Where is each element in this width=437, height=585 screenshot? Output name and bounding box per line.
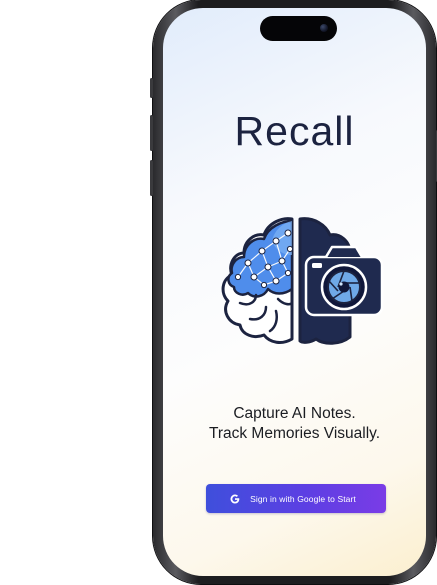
action-button [150,78,153,98]
canvas: Recall Capture AI Notes. Track Memories … [0,0,437,585]
tagline-line-1: Capture AI Notes. [233,405,356,422]
front-camera-icon [320,24,328,32]
volume-up-button [150,115,153,151]
tagline-line-2: Track Memories Visually. [208,425,381,442]
phone-screen: Recall Capture AI Notes. Track Memories … [163,8,426,576]
brain-icon [221,217,294,344]
brain-camera-logo-icon [221,217,384,345]
camera-icon [298,217,384,345]
google-signin-label: Sign in with Google to Start [250,493,356,504]
volume-down-button [150,160,153,196]
phone-frame: Recall Capture AI Notes. Track Memories … [150,0,437,584]
app-logo: Recall [163,108,426,155]
google-signin-button[interactable]: Sign in with Google to Start [206,484,386,513]
dynamic-island [260,16,337,41]
app-name: Recall [234,108,355,154]
google-g-icon [230,494,240,503]
